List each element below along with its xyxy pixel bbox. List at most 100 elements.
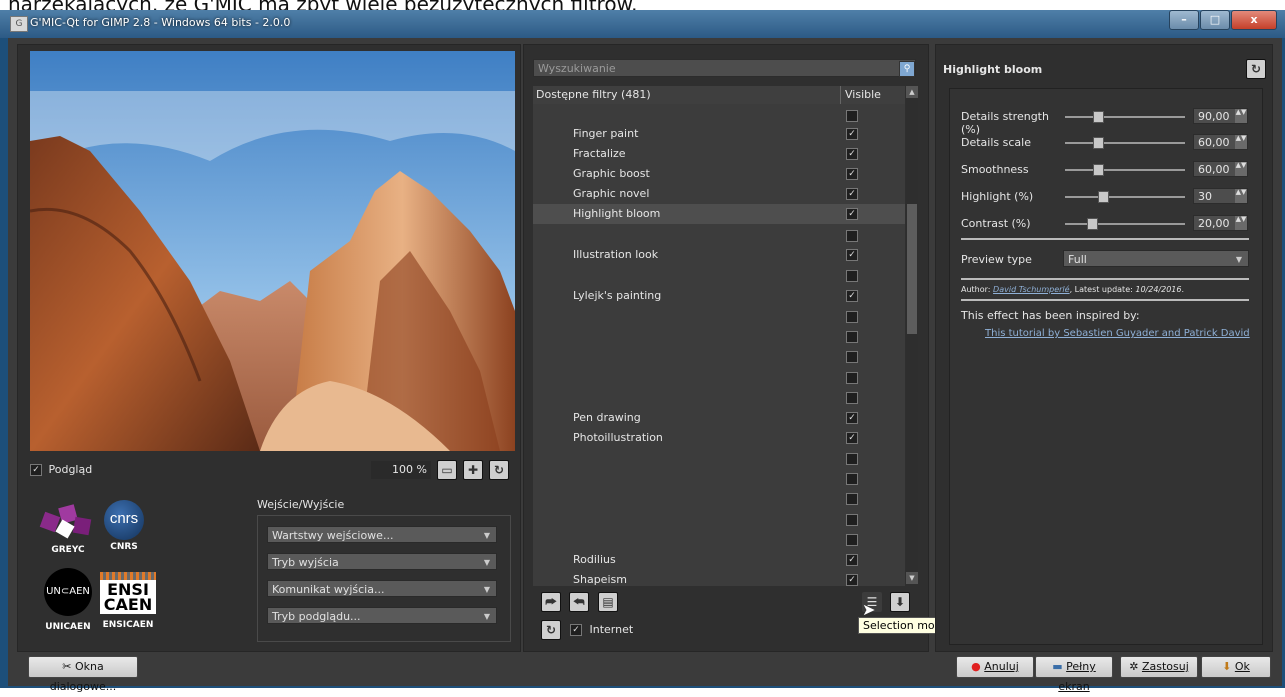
minimize-button[interactable]: –	[1169, 10, 1199, 30]
empty-row-checkbox[interactable]	[846, 270, 858, 282]
empty-row-checkbox[interactable]	[846, 392, 858, 404]
inspired-link[interactable]: This tutorial by Sebastien Guyader and P…	[985, 328, 1250, 339]
search-icon[interactable]: ⚲	[899, 61, 915, 77]
empty-row-checkbox[interactable]	[846, 331, 858, 343]
output-message-dropdown[interactable]: Komunikat wyjścia... ▼	[267, 580, 497, 597]
empty-row-checkbox[interactable]	[846, 534, 858, 546]
empty-row-checkbox[interactable]	[846, 110, 858, 122]
output-mode-dropdown[interactable]: Tryb wyjścia ▼	[267, 553, 497, 570]
slider-handle[interactable]	[1098, 191, 1109, 203]
spin-arrows-icon[interactable]: ▲▼	[1235, 135, 1247, 149]
param-slider[interactable]	[1065, 223, 1185, 225]
list-item[interactable]: Graphic novel ✓	[533, 184, 905, 204]
visible-checkbox[interactable]: ✓	[846, 574, 858, 586]
preview-type-label: Preview type	[961, 253, 1032, 266]
list-item-selected[interactable]: Highlight bloom ✓	[533, 204, 905, 224]
scroll-down-icon[interactable]: ▼	[906, 572, 918, 584]
fullscreen-button[interactable]: ▬ Pełny ekran	[1035, 656, 1113, 693]
reset-zoom-icon[interactable]: ↻	[489, 460, 509, 480]
param-slider[interactable]	[1065, 142, 1185, 144]
close-button[interactable]: x	[1231, 10, 1277, 30]
empty-row-checkbox[interactable]	[846, 453, 858, 465]
visible-checkbox[interactable]: ✓	[846, 168, 858, 180]
empty-row-checkbox[interactable]	[846, 493, 858, 505]
visible-checkbox[interactable]: ✓	[846, 208, 858, 220]
refresh-filters-icon[interactable]: ↻	[541, 620, 561, 640]
remove-favorite-icon[interactable]: ⮪	[569, 592, 589, 612]
list-item[interactable]: Rodilius ✓	[533, 550, 905, 570]
empty-row-checkbox[interactable]	[846, 372, 858, 384]
preview-type-dropdown[interactable]: Full ▼	[1063, 250, 1249, 267]
list-item[interactable]: Lylejk's painting ✓	[533, 286, 905, 306]
spin-arrows-icon[interactable]: ▲▼	[1235, 189, 1247, 203]
expand-collapse-icon[interactable]: ⬇	[890, 592, 910, 612]
maximize-button[interactable]: □	[1200, 10, 1230, 30]
param-spinbox[interactable]: 30 ▲▼	[1193, 188, 1248, 204]
filter-name: Finger paint	[573, 127, 639, 140]
slider-handle[interactable]	[1093, 111, 1104, 123]
param-spinbox[interactable]: 90,00 ▲▼	[1193, 108, 1248, 124]
empty-row-checkbox[interactable]	[846, 514, 858, 526]
list-item[interactable]: Finger paint ✓	[533, 124, 905, 144]
scroll-up-icon[interactable]: ▲	[906, 86, 918, 98]
spin-arrows-icon[interactable]: ▲▼	[1235, 109, 1247, 123]
empty-row-checkbox[interactable]	[846, 230, 858, 242]
param-spinbox[interactable]: 60,00 ▲▼	[1193, 134, 1248, 150]
preview-checkbox-row[interactable]: ✓ Podgląd	[30, 463, 92, 476]
visible-checkbox[interactable]: ✓	[846, 188, 858, 200]
visible-checkbox[interactable]: ✓	[846, 249, 858, 261]
ok-button[interactable]: ⬇ Ok	[1201, 656, 1271, 678]
filter-name: Rodilius	[573, 553, 616, 566]
slider-handle[interactable]	[1087, 218, 1098, 230]
spin-arrows-icon[interactable]: ▲▼	[1235, 162, 1247, 176]
list-item[interactable]: Graphic boost ✓	[533, 164, 905, 184]
empty-row-checkbox[interactable]	[846, 351, 858, 363]
preview-image[interactable]	[30, 51, 515, 451]
visible-checkbox[interactable]: ✓	[846, 412, 858, 424]
filter-list-scrollbar[interactable]	[906, 86, 918, 584]
list-item[interactable]: Photoillustration ✓	[533, 428, 905, 448]
visible-checkbox[interactable]: ✓	[846, 128, 858, 140]
spin-arrows-icon[interactable]: ▲▼	[1235, 216, 1247, 230]
rename-favorite-icon[interactable]: ▤	[598, 592, 618, 612]
visible-column-header[interactable]: Visible	[845, 88, 881, 101]
zoom-in-icon[interactable]: ✚	[463, 460, 483, 480]
inspired-label: This effect has been inspired by:	[961, 309, 1140, 322]
filter-name: Highlight bloom	[573, 207, 661, 220]
cnrs-logo-mark: cnrs	[104, 500, 144, 540]
internet-checkbox[interactable]: ✓	[570, 624, 582, 636]
visible-checkbox[interactable]: ✓	[846, 554, 858, 566]
apply-button[interactable]: ✲ Zastosuj	[1120, 656, 1198, 678]
add-favorite-icon[interactable]: ⮫	[541, 592, 561, 612]
param-spinbox[interactable]: 20,00 ▲▼	[1193, 215, 1248, 231]
scrollbar-thumb[interactable]	[907, 204, 917, 334]
reset-parameters-icon[interactable]: ↻	[1246, 59, 1266, 79]
list-item[interactable]: Fractalize ✓	[533, 144, 905, 164]
slider-handle[interactable]	[1093, 164, 1104, 176]
filter-search-input[interactable]: Wyszukiwanie	[533, 59, 916, 77]
input-layers-dropdown[interactable]: Wartstwy wejściowe... ▼	[267, 526, 497, 543]
visible-checkbox[interactable]: ✓	[846, 148, 858, 160]
preview-checkbox[interactable]: ✓	[30, 464, 42, 476]
preview-mode-dropdown[interactable]: Tryb podglądu... ▼	[267, 607, 497, 624]
zoom-out-icon[interactable]: ▭	[437, 460, 457, 480]
param-slider[interactable]	[1065, 116, 1185, 118]
visible-checkbox[interactable]: ✓	[846, 290, 858, 302]
param-spinbox[interactable]: 60,00 ▲▼	[1193, 161, 1248, 177]
param-slider[interactable]	[1065, 196, 1185, 198]
empty-row-checkbox[interactable]	[846, 473, 858, 485]
list-item[interactable]: Shapeism ✓	[533, 570, 905, 586]
chevron-down-icon: ▼	[483, 612, 490, 621]
filter-list-title[interactable]: Dostępne filtry (481)	[536, 88, 651, 101]
list-item[interactable]: Illustration look ✓	[533, 245, 905, 265]
list-item[interactable]: Pen drawing ✓	[533, 408, 905, 428]
zoom-field[interactable]: 100 %	[371, 461, 431, 479]
param-slider[interactable]	[1065, 169, 1185, 171]
cancel-button[interactable]: ● Anuluj	[956, 656, 1034, 678]
dialogs-button[interactable]: ✂ Okna dialogowe...	[28, 656, 138, 693]
author-link[interactable]: David Tschumperlé	[993, 285, 1070, 294]
slider-handle[interactable]	[1093, 137, 1104, 149]
internet-checkbox-row[interactable]: ✓ Internet	[570, 623, 633, 636]
empty-row-checkbox[interactable]	[846, 311, 858, 323]
visible-checkbox[interactable]: ✓	[846, 432, 858, 444]
